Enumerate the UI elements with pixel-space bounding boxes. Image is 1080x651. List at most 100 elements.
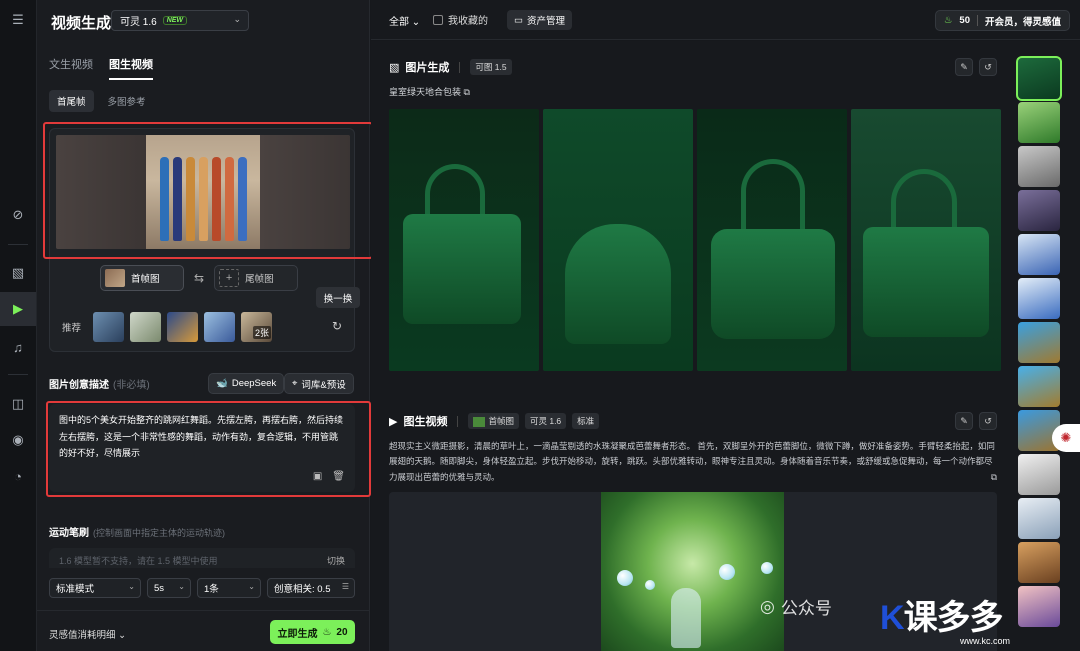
video-prompt: 超现实主义微距摄影，清晨的草叶上，一滴晶莹剔透的水珠凝聚成芭蕾舞者形态。 首先，… [389,439,997,485]
video-quality-tag: 标准 [572,413,600,429]
video-block-title: 图生视频 [403,416,448,428]
assets-button[interactable]: ▭ 资产管理 [507,10,572,30]
bag-icon[interactable]: ◫ [8,394,28,414]
image-block-actions: ✎ ↺ [955,58,997,76]
cost-detail-link[interactable]: 灵感值消耗明细 ⌄ [49,627,126,641]
plus-icon: + [219,269,240,287]
swap-icon[interactable]: ⇆ [194,271,204,285]
description-title-text: 图片创意描述 [49,380,109,391]
history-thumb[interactable] [1018,102,1060,143]
edit-icon[interactable]: ✎ [955,412,973,430]
no-sign-icon[interactable]: ⊘ [8,205,28,225]
edit-icon[interactable]: ✎ [955,58,973,76]
redo-icon[interactable]: ↺ [979,412,997,430]
assets-label: 资产管理 [526,16,565,27]
highlight-frame-description [46,401,371,497]
audio-icon[interactable]: ♫ [8,337,28,357]
watermark-brand: 课多多 [903,599,1004,637]
image-icon[interactable]: ▧ [8,263,28,283]
mode-value: 标准模式 [56,584,95,595]
generated-image[interactable] [389,109,539,371]
history-thumb[interactable] [1018,146,1060,187]
favorites-filter[interactable]: 我收藏的 [433,12,488,27]
history-thumb[interactable] [1018,542,1060,583]
generate-button[interactable]: 立即生成 ♨ 20 [270,620,355,644]
duration-select[interactable]: 5s ⌄ [147,578,191,598]
history-thumb[interactable] [1018,234,1060,275]
new-badge: NEW [162,16,188,25]
chevron-down-icon: ⌄ [178,582,185,591]
image-block-title: 图片生成 [405,62,450,74]
last-frame-button[interactable]: + 尾帧图 [214,265,299,291]
recommend-thumb[interactable] [204,312,236,342]
video-block-actions: ✎ ↺ [955,412,997,430]
vip-label: 开会员，得灵感值 [984,16,1061,28]
eye-icon[interactable]: ◉ [8,430,28,450]
history-thumb[interactable] [1018,586,1060,627]
rail-divider [8,244,28,245]
history-icon[interactable]: ◔ [8,466,28,486]
rail-divider [8,374,28,375]
recommend-thumb[interactable] [167,312,199,342]
video-icon[interactable]: ▶ [0,292,36,326]
generated-image[interactable] [543,109,693,371]
panel-footer: 灵感值消耗明细 ⌄ 立即生成 ♨ 20 [37,610,370,651]
recommend-thumb[interactable] [93,312,125,342]
tab-text-to-video[interactable]: 文生视频 [49,56,93,80]
frame-row: 首帧图 ⇆ + 尾帧图 [100,265,299,291]
video-block-header: ▶ 图生视频 首帧图 可灵 1.6 标准 [389,413,600,429]
history-thumb[interactable] [1018,278,1060,319]
nav-rail: ☰ ⊘ ▧ ▶ ♫ ◫ ◉ ◔ [0,0,37,651]
recommend-thumb[interactable] [130,312,162,342]
subtab-multi-image[interactable]: 多图参考 [100,90,154,112]
filter-all[interactable]: 全部 ⌄ [389,13,420,28]
points-vip-bar[interactable]: ♨ 50 开会员，得灵感值 [934,10,1070,31]
optional-hint: (非必填) [113,380,150,391]
generate-cost: 20 [336,626,348,638]
divider [976,15,978,26]
motion-switch[interactable]: 切换 [327,554,345,567]
divider [457,415,459,427]
motion-brush-box: 1.6 模型暂不支持，请在 1.5 模型中使用 切换 [49,548,355,568]
watermark: ◎ 公众号 [760,594,832,619]
generated-image[interactable] [697,109,847,371]
history-thumb[interactable] [1018,190,1060,231]
flame-icon: ♨ [943,15,953,26]
chevron-down-icon: ⌄ [411,17,421,28]
favorites-label: 我收藏的 [448,16,488,27]
history-thumb[interactable] [1018,498,1060,539]
count-select[interactable]: 1条 ⌄ [197,578,261,598]
subtab-first-last-frame[interactable]: 首尾帧 [49,90,94,112]
recommend-more[interactable]: 2张 [241,312,273,342]
history-thumb[interactable] [1016,56,1062,101]
first-frame-button[interactable]: 首帧图 [100,265,184,291]
menu-icon[interactable]: ☰ [8,10,28,30]
history-thumb[interactable] [1018,454,1060,495]
generate-label: 立即生成 [277,628,318,640]
copy-icon[interactable]: ⧉ [991,470,997,485]
recommend-label: 推荐 [62,323,82,334]
swap-tooltip[interactable]: 换一换 [316,287,360,308]
refresh-icon[interactable]: ↻ [332,319,342,333]
cost-label: 灵感值消耗明细 [49,630,116,641]
tab-image-to-video[interactable]: 图生视频 [109,56,153,80]
assistant-badge-icon[interactable]: ✺ [1052,424,1080,452]
history-thumb[interactable] [1018,322,1060,363]
library-button[interactable]: ⌖ 词库&预设 [284,373,354,394]
favorites-checkbox[interactable] [433,14,443,25]
count-value: 1条 [204,584,219,595]
watermark-logo: K课多多 [880,599,1004,637]
model-select[interactable]: 可灵 1.6 NEW ⌄ [111,10,249,31]
image-grid [389,109,1001,371]
redo-icon[interactable]: ↺ [979,58,997,76]
history-thumb[interactable] [1018,366,1060,407]
video-prompt-text: 超现实主义微距摄影，清晨的草叶上，一滴晶莹剔透的水珠凝聚成芭蕾舞者形态。 首先，… [389,441,995,482]
video-thumbnail [601,492,784,651]
copy-icon[interactable]: ⧉ [464,87,470,97]
motion-title-text: 运动笔刷 [49,528,89,539]
generated-image[interactable] [851,109,1001,371]
creativity-select[interactable]: 创意相关: 0.5 ☰ [267,578,355,598]
deepseek-button[interactable]: 🐋 DeepSeek [208,373,285,394]
mode-select[interactable]: 标准模式 ⌄ [49,578,141,598]
flame-icon: ♨ [322,626,332,638]
